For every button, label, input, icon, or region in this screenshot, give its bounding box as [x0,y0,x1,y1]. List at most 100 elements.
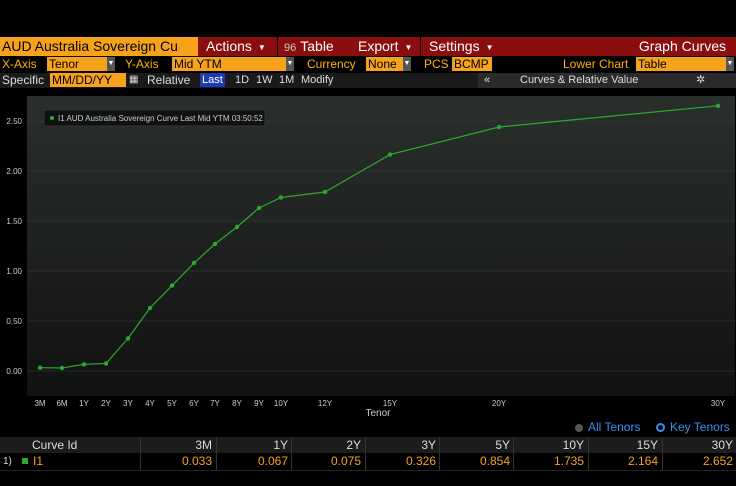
column-divider [140,437,141,470]
all-tenors-radio[interactable]: All Tenors [575,420,640,434]
column-header-10y[interactable]: 10Y [524,437,584,453]
x-tick-label: 4Y [145,399,155,408]
y-tick-label: 2.00 [6,167,22,176]
chevron-down-icon: ▼ [726,57,734,71]
x-tick-label: 5Y [167,399,177,408]
date-input[interactable]: MM/DD/YY [50,73,126,87]
period-1m[interactable]: 1M [279,73,294,87]
data-point[interactable] [59,365,65,371]
x-tick-label: 3M [34,399,45,408]
table-cell: 1.735 [553,454,584,468]
chevron-down-icon: ▼ [286,57,294,71]
column-header-curve-id[interactable]: Curve Id [32,437,77,453]
lower-chart-value: Table [638,57,667,71]
currency-value: None [368,57,397,71]
export-label: Export [358,38,399,54]
data-point[interactable] [256,205,262,211]
lower-chart-label: Lower Chart [563,57,629,71]
settings-label: Settings [429,38,480,54]
actions-menu[interactable]: Actions ▼ [198,37,277,56]
settings-menu[interactable]: Settings ▼ [421,37,507,56]
table-cell: 0.326 [405,454,436,468]
column-header-30y[interactable]: 30Y [673,437,733,453]
column-divider [662,437,663,470]
chevron-down-icon: ▼ [404,42,413,52]
all-tenors-label: All Tenors [588,420,641,434]
yaxis-value: Mid YTM [174,57,222,71]
key-tenors-radio[interactable]: Key Tenors [656,420,730,434]
column-divider [439,437,440,470]
column-divider [291,437,292,470]
column-divider [365,437,366,470]
legend-label: I1 AUD Australia Sovereign Curve Last Mi… [58,114,263,123]
x-tick-label: 9Y [254,399,264,408]
table-cell: 2.652 [702,454,733,468]
data-point[interactable] [715,103,721,108]
data-point[interactable] [125,336,131,341]
table-button[interactable]: 96 Table [278,37,350,56]
x-tick-label: 6M [56,399,67,408]
chevron-down-icon: ▼ [485,42,494,52]
column-header-3m[interactable]: 3M [152,437,212,453]
column-header-5y[interactable]: 5Y [450,437,510,453]
table-cell: 0.075 [330,454,361,468]
radio-selected-icon [656,423,665,433]
calendar-icon[interactable]: ▦ [129,73,138,87]
data-point[interactable] [496,124,502,130]
x-tick-label: 2Y [101,399,111,408]
table-cell: 2.164 [627,454,658,468]
data-point[interactable] [147,305,153,311]
column-header-3y[interactable]: 3Y [376,437,436,453]
yaxis-label: Y-Axis [125,57,159,71]
x-axis-title: Tenor [365,408,391,419]
yaxis-select[interactable]: Mid YTM ▼ [172,57,294,71]
data-point[interactable] [191,260,197,266]
modify-button[interactable]: Modify [301,73,333,87]
x-tick-label: 20Y [492,399,507,408]
lower-chart-select[interactable]: Table ▼ [636,57,734,71]
legend: I1 AUD Australia Sovereign Curve Last Mi… [43,109,266,127]
collapse-panel-icon[interactable]: « [484,73,490,87]
data-point[interactable] [81,362,87,367]
x-tick-label: 12Y [318,399,333,408]
yield-curve-chart: 0.00 0.50 1.00 1.50 2.00 2.50 3M 6M 1Y 2Y 3Y 4Y 5Y 6… [0,88,736,433]
column-divider [216,437,217,470]
security-input[interactable]: AUD Australia Sovereign Cu [0,37,198,56]
specific-label: Specific [2,73,45,87]
period-1d[interactable]: 1D [235,73,249,87]
data-point[interactable] [322,189,328,195]
pcs-input[interactable]: BCMP [452,57,492,71]
curve-id-cell[interactable]: I1 [33,453,43,470]
plot-area [27,96,735,396]
pcs-label: PCS [424,57,449,71]
relative-label: Relative [147,73,191,87]
column-header-2y[interactable]: 2Y [301,437,361,453]
row-number: 1) [3,456,12,467]
x-tick-label: 10Y [274,399,289,408]
x-tick-label: 15Y [383,399,398,408]
x-tick-label: 6Y [189,399,199,408]
data-point[interactable] [103,361,109,366]
currency-label: Currency [307,57,356,71]
y-tick-label: 0.00 [6,367,22,376]
curves-panel-title[interactable]: Curves & Relative Value [520,73,638,87]
x-tick-label: 1Y [79,399,89,408]
data-point[interactable] [387,152,393,157]
radio-icon [575,423,583,432]
data-point[interactable] [169,283,175,288]
data-point[interactable] [278,195,284,200]
period-1w[interactable]: 1W [256,73,273,87]
xaxis-select[interactable]: Tenor ▼ [47,57,115,71]
xaxis-value: Tenor [49,57,80,71]
period-last[interactable]: Last [200,73,225,87]
column-header-15y[interactable]: 15Y [598,437,658,453]
export-menu[interactable]: Export ▼ [350,37,420,56]
column-divider [588,437,589,470]
data-point[interactable] [37,365,43,370]
series-color-swatch [22,458,28,464]
data-point[interactable] [212,241,218,247]
currency-select[interactable]: None ▼ [366,57,411,71]
gear-icon[interactable]: ✲ [696,73,705,87]
column-header-1y[interactable]: 1Y [228,437,288,453]
data-point[interactable] [234,224,240,230]
